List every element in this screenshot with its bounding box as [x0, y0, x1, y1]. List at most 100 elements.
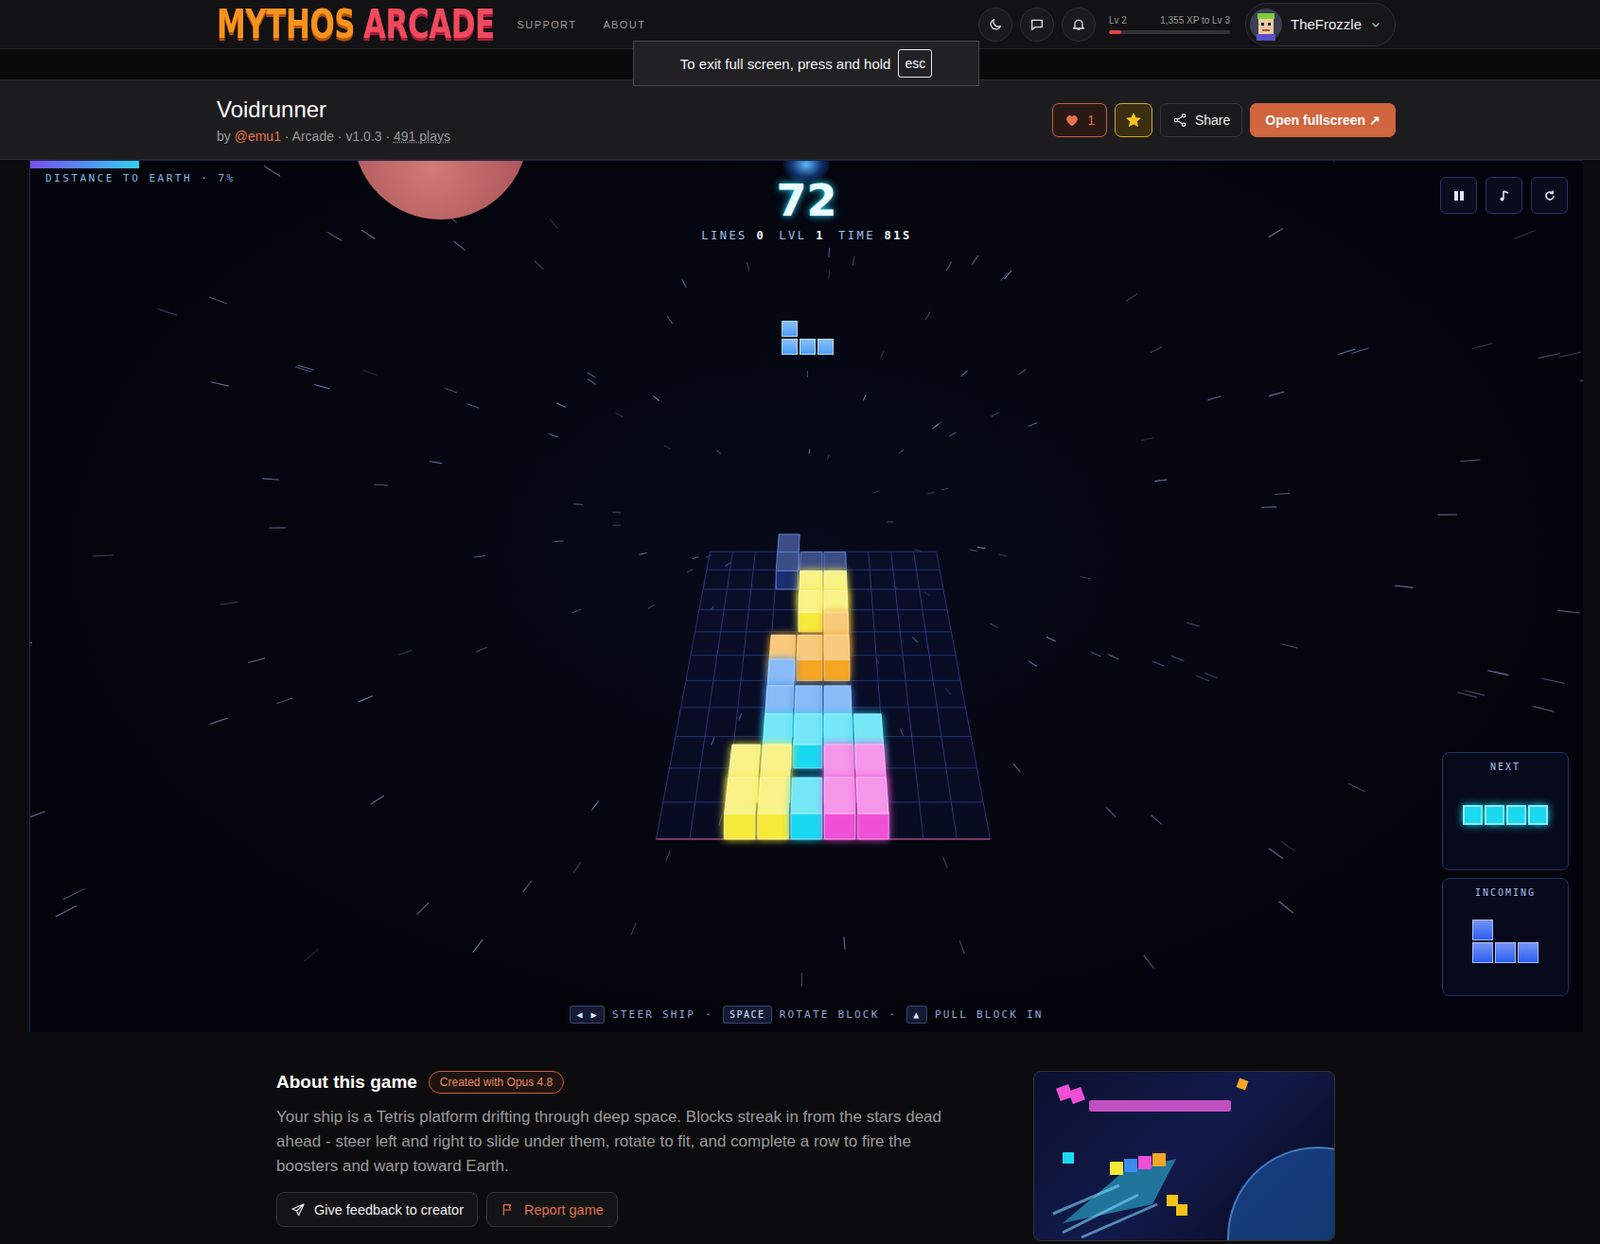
logo[interactable]: MYTHOSARCADE: [216, 3, 495, 45]
score: 72: [775, 177, 837, 224]
username: TheFrozzle: [1290, 16, 1362, 33]
game-header: Voidrunner by @emu1 · Arcade · v1.0.3 · 4…: [0, 80, 1600, 160]
thumbnail-art-icon: [1034, 1072, 1336, 1242]
level-label: Lv 2: [1108, 15, 1127, 26]
key-cap: SPACE: [722, 1005, 773, 1024]
nav-links: SUPPORT ABOUT: [517, 18, 647, 31]
stat-value: 1: [815, 228, 826, 243]
board-block: [824, 777, 856, 840]
next-preview: [1462, 772, 1548, 870]
notifications-button[interactable]: [1061, 7, 1096, 42]
board-block: [856, 777, 889, 840]
xp-row: Lv 21,355 XP to Lv 3: [1108, 15, 1231, 26]
next-panel: NEXT: [1441, 752, 1569, 871]
logo-word: MYTHOS: [216, 3, 355, 45]
incoming-preview: [1472, 897, 1539, 996]
board-block: [757, 777, 791, 840]
separator: ·: [385, 128, 390, 144]
next-label: NEXT: [1490, 761, 1521, 773]
like-button[interactable]: 1: [1052, 103, 1108, 138]
bell-icon: [1071, 17, 1087, 33]
piece-cell: [781, 320, 798, 337]
meta-item: Arcade: [292, 128, 335, 144]
about-section: About this gameCreated with Opus 4.8Your…: [276, 1032, 1336, 1242]
separator: ·: [889, 1008, 898, 1021]
heart-icon: [1064, 112, 1080, 128]
nav-link[interactable]: ABOUT: [602, 18, 646, 31]
piece-cell: [1472, 919, 1494, 941]
piece-cell: [1517, 942, 1539, 964]
stat: LINES 0: [701, 228, 766, 243]
board-block: [724, 777, 758, 840]
game-meta: by @emu1 · Arcade · v1.0.3 · 491 plays: [216, 128, 451, 144]
nav-link[interactable]: SUPPORT: [517, 18, 578, 31]
piece-cell: [1462, 805, 1483, 826]
xp-track: [1108, 30, 1231, 35]
restart-button[interactable]: [1530, 176, 1568, 214]
game-thumbnail: [1033, 1071, 1336, 1242]
messages-button[interactable]: [1019, 7, 1055, 42]
about-heading-row: About this game Created with Opus 4.8: [276, 1071, 982, 1094]
header-container: Voidrunner by @emu1 · Arcade · v1.0.3 · 4…: [216, 80, 1396, 159]
stat-label: TIME: [838, 228, 876, 243]
incoming-label: INCOMING: [1475, 887, 1536, 898]
about-buttons: Give feedback to creatorReport game: [276, 1192, 982, 1228]
distance-fill: [30, 160, 140, 169]
board-block: [798, 591, 823, 633]
piece-cell: [817, 338, 834, 355]
piece-cell: [781, 338, 798, 355]
piece-cell: [1494, 942, 1516, 964]
piece: [1462, 805, 1548, 826]
open-fullscreen-label: Open fullscreen ↗: [1265, 112, 1381, 128]
theme-button[interactable]: [978, 7, 1013, 42]
game-title: Voidrunner: [216, 96, 451, 124]
pause-icon: [1452, 189, 1466, 203]
xp-progress: Lv 21,355 XP to Lv 3: [1108, 15, 1231, 35]
control-hint: ▲PULL BLOCK IN: [906, 1005, 1043, 1024]
about-heading: About this game: [276, 1072, 418, 1093]
report-button[interactable]: Report game: [486, 1192, 618, 1228]
share-button[interactable]: Share: [1160, 103, 1243, 138]
nav-right: Lv 21,355 XP to Lv 3 TheFrozzle: [978, 2, 1396, 47]
ghost-block: [775, 552, 799, 590]
model-badge: Created with Opus 4.8: [428, 1071, 564, 1094]
pause-button[interactable]: [1440, 176, 1477, 214]
control-label: PULL BLOCK IN: [934, 1008, 1044, 1021]
stats: LINES 0 LVL 1 TIME 81S: [701, 228, 913, 243]
falling-piece: [781, 320, 834, 355]
stat-label: LINES: [701, 228, 748, 243]
board-block: [824, 634, 850, 681]
stat-label: LVL: [778, 228, 807, 243]
avatar-icon: [1249, 8, 1283, 41]
flag-icon: [500, 1202, 516, 1218]
favorite-button[interactable]: [1114, 103, 1153, 138]
piece-cell: [799, 338, 816, 355]
game-canvas[interactable]: DISTANCE TO EARTH · 7%72LINES 0LVL 1TIME…: [29, 159, 1583, 1033]
music-button[interactable]: [1485, 176, 1523, 214]
send-icon: [290, 1202, 306, 1218]
star-icon: [1125, 111, 1143, 129]
piece-cell: [1484, 805, 1505, 826]
feedback-button[interactable]: Give feedback to creator: [276, 1192, 478, 1228]
music-icon: [1497, 189, 1512, 203]
open-fullscreen-button[interactable]: Open fullscreen ↗: [1249, 103, 1396, 138]
plays-count: 491 plays: [393, 128, 451, 144]
board: [633, 501, 1013, 880]
moon-icon: [987, 17, 1003, 33]
board-block: [793, 714, 823, 769]
planet: [352, 159, 528, 220]
stat: LVL 1: [778, 228, 826, 243]
user-menu[interactable]: TheFrozzle: [1245, 2, 1396, 47]
incoming-panel: INCOMING: [1441, 878, 1569, 997]
author-link[interactable]: @emu1: [234, 128, 282, 144]
meta-item: v1.0.3: [345, 128, 382, 144]
separator: ·: [337, 128, 343, 144]
control-hint: SPACE ROTATE BLOCK: [722, 1005, 880, 1024]
control-label: STEER SHIP: [612, 1008, 696, 1021]
restart-icon: [1543, 189, 1557, 203]
by-label: by: [216, 128, 231, 144]
stat-value: 81S: [884, 228, 913, 243]
control-label: ROTATE BLOCK: [779, 1008, 880, 1021]
stat-value: 0: [756, 228, 767, 243]
control-hint: ◀ ▶STEER SHIP: [569, 1005, 696, 1024]
